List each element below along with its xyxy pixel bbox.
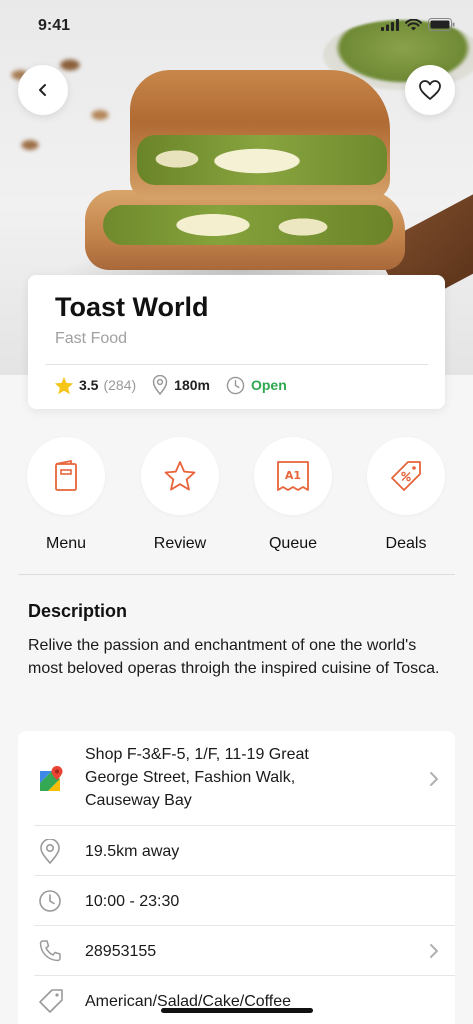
- chevron-left-icon: [39, 84, 46, 96]
- rating-value: 3.5: [79, 377, 99, 393]
- action-review[interactable]: Review: [141, 437, 219, 553]
- tags-row: American/Salad/Cake/Coffee: [18, 976, 455, 1024]
- action-queue-circle[interactable]: A1: [254, 437, 332, 515]
- discount-tag-icon: [391, 461, 421, 491]
- distance-value: 180m: [174, 377, 210, 393]
- restaurant-name: Toast World: [55, 292, 209, 322]
- hours-text: 10:00 - 23:30: [85, 893, 180, 910]
- tag-icon: [39, 989, 63, 1013]
- section-divider: [18, 574, 455, 575]
- hero-sandwich: [85, 65, 415, 280]
- sandwich-bottom-filling: [103, 205, 393, 245]
- queue-ticket-text: A1: [285, 469, 301, 482]
- back-button[interactable]: [18, 65, 68, 115]
- phone-row[interactable]: 28953155: [18, 926, 455, 976]
- battery-icon: [428, 18, 455, 31]
- restaurant-meta-row: 3.5 (284) 180m Open: [54, 375, 287, 395]
- star-filled-icon: [54, 376, 74, 394]
- phone-icon: [39, 940, 61, 962]
- restaurant-info-card: Toast World Fast Food 3.5 (284) 180m Ope…: [28, 275, 445, 409]
- map-app-icon: [40, 766, 63, 791]
- star-outline-icon: [164, 461, 196, 491]
- status-time: 9:41: [38, 17, 71, 34]
- queue-ticket-icon: A1: [277, 461, 309, 491]
- action-deals-circle[interactable]: [367, 437, 445, 515]
- description-text: Relive the passion and enchantment of on…: [28, 637, 440, 677]
- action-review-circle[interactable]: [141, 437, 219, 515]
- action-queue[interactable]: A1 Queue: [254, 437, 332, 553]
- location-pin-icon: [40, 839, 60, 865]
- restaurant-category: Fast Food: [55, 330, 128, 347]
- home-indicator[interactable]: [161, 1008, 313, 1013]
- status-bar: 9:41: [0, 0, 473, 48]
- address-row[interactable]: Shop F-3&F-5, 1/F, 11-19 Great George St…: [18, 731, 455, 826]
- open-status: Open: [250, 377, 287, 393]
- hours-row: 10:00 - 23:30: [18, 876, 455, 926]
- cellular-signal-icon: [381, 18, 399, 31]
- distance-row: 19.5km away: [18, 826, 455, 876]
- quick-actions: Menu Review A1 Queue Deals: [27, 437, 447, 552]
- action-queue-label: Queue: [268, 535, 318, 552]
- chevron-right-icon: [430, 772, 438, 786]
- heart-icon: [419, 80, 441, 100]
- clock-icon: [226, 376, 245, 394]
- location-pin-icon: [152, 375, 168, 395]
- address-text: Shop F-3&F-5, 1/F, 11-19 Great George St…: [85, 746, 309, 809]
- details-card: Shop F-3&F-5, 1/F, 11-19 Great George St…: [18, 731, 455, 1024]
- description-title: Description: [28, 601, 128, 621]
- sandwich-top-filling: [137, 135, 387, 185]
- favorite-button[interactable]: [405, 65, 455, 115]
- card-divider: [45, 364, 428, 365]
- review-count[interactable]: (284): [103, 377, 136, 393]
- wifi-icon: [405, 18, 422, 30]
- chevron-right-icon: [430, 944, 438, 958]
- action-deals-label: Deals: [385, 535, 427, 552]
- status-icons: [381, 18, 455, 31]
- clock-icon: [39, 890, 61, 912]
- action-menu-label: Menu: [45, 535, 87, 552]
- action-review-label: Review: [153, 535, 207, 552]
- action-menu-circle[interactable]: [27, 437, 105, 515]
- menu-book-icon: [55, 460, 77, 491]
- phone-text: 28953155: [85, 943, 157, 960]
- action-deals[interactable]: Deals: [367, 437, 445, 553]
- action-menu[interactable]: Menu: [27, 437, 105, 553]
- distance-text: 19.5km away: [85, 843, 180, 860]
